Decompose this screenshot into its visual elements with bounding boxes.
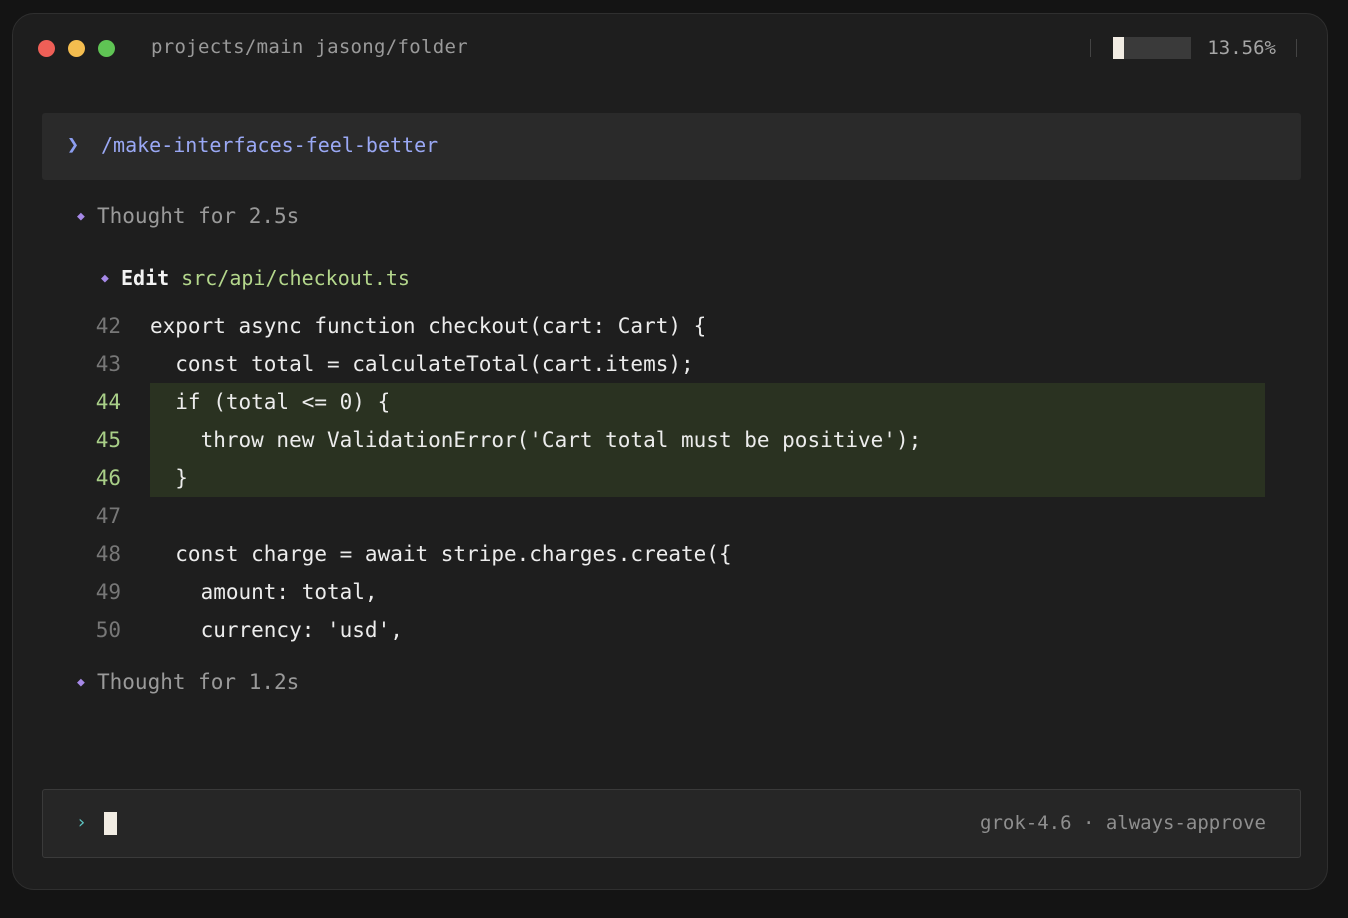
window-path: projects/main jasong/folder	[151, 36, 468, 58]
maximize-icon[interactable]	[98, 40, 115, 57]
chat-input[interactable]: › grok-4.6 · always-approve	[42, 789, 1301, 858]
close-icon[interactable]	[38, 40, 55, 57]
diamond-bullet-icon: ◆	[77, 675, 85, 690]
code-line: 47	[77, 497, 1277, 535]
line-text: export async function checkout(cart: Car…	[150, 314, 707, 338]
prompt-command: /make-interfaces-feel-better	[101, 133, 439, 157]
model-status: grok-4.6 · always-approve	[980, 812, 1266, 834]
code-line: 48 const charge = await stripe.charges.c…	[77, 535, 1277, 573]
line-number: 45	[95, 428, 121, 452]
terminal-window: projects/main jasong/folder 13.56% ❯ /ma…	[12, 13, 1328, 890]
line-number: 46	[95, 466, 121, 490]
prompt-chevron-icon: ❯	[67, 132, 80, 156]
input-chevron-icon: ›	[76, 812, 87, 833]
edit-header[interactable]: ◆ Edit src/api/checkout.ts	[101, 266, 410, 290]
code-line: 49 amount: total,	[77, 573, 1277, 611]
line-text: const charge = await stripe.charges.crea…	[150, 542, 732, 566]
edit-file-path[interactable]: src/api/checkout.ts	[181, 266, 410, 290]
text-cursor	[104, 812, 117, 835]
edit-label: Edit	[121, 266, 170, 290]
code-line: 50 currency: 'usd',	[77, 611, 1277, 649]
line-text: }	[150, 459, 1265, 497]
divider	[1090, 39, 1092, 57]
line-text: currency: 'usd',	[150, 618, 403, 642]
line-number: 44	[95, 390, 121, 414]
line-text: if (total <= 0) {	[150, 383, 1265, 421]
line-number: 43	[95, 352, 121, 376]
thought-label: Thought for 1.2s	[97, 670, 300, 694]
context-usage: 13.56%	[1090, 36, 1297, 60]
code-line: 42 export async function checkout(cart: C…	[77, 307, 1277, 345]
line-number: 42	[95, 314, 121, 338]
thought-indicator[interactable]: ◆ Thought for 1.2s	[77, 670, 299, 694]
divider	[1296, 39, 1297, 57]
line-number: 50	[95, 618, 121, 642]
usage-meter	[1113, 37, 1192, 59]
diamond-bullet-icon: ◆	[77, 209, 85, 224]
code-line-added: 45 throw new ValidationError('Cart total…	[77, 421, 1277, 459]
line-text: amount: total,	[150, 580, 378, 604]
user-prompt: ❯ /make-interfaces-feel-better	[42, 113, 1301, 180]
code-line-added: 44 if (total <= 0) {	[77, 383, 1277, 421]
minimize-icon[interactable]	[68, 40, 85, 57]
line-number: 49	[95, 580, 121, 604]
code-diff: 42 export async function checkout(cart: C…	[77, 307, 1277, 649]
line-text: throw new ValidationError('Cart total mu…	[150, 421, 1265, 459]
thought-indicator[interactable]: ◆ Thought for 2.5s	[77, 204, 299, 228]
usage-percent: 13.56%	[1207, 37, 1276, 59]
diamond-bullet-icon: ◆	[101, 271, 109, 286]
line-number: 48	[95, 542, 121, 566]
thought-label: Thought for 2.5s	[97, 204, 300, 228]
line-number: 47	[95, 504, 121, 528]
code-line: 43 const total = calculateTotal(cart.ite…	[77, 345, 1277, 383]
line-text: const total = calculateTotal(cart.items)…	[150, 352, 694, 376]
usage-meter-fill	[1113, 37, 1124, 59]
title-bar: projects/main jasong/folder 13.56%	[13, 14, 1327, 80]
code-line-added: 46 }	[77, 459, 1277, 497]
